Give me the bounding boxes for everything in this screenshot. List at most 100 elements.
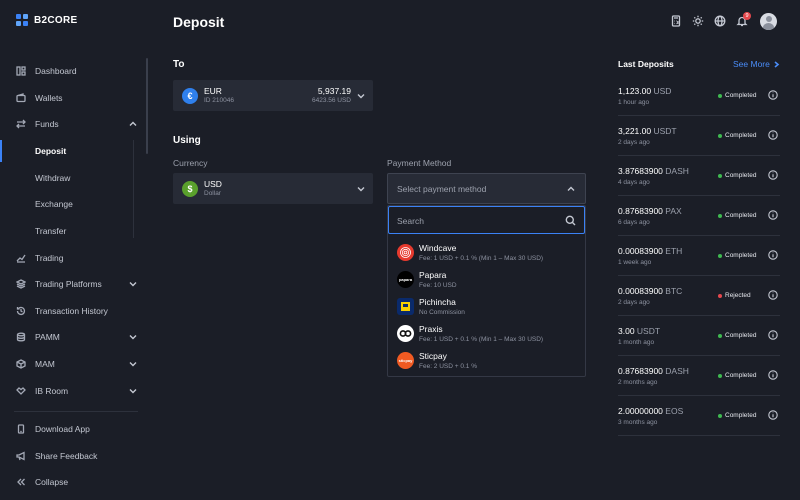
layers-icon [16,279,26,289]
sidebar-item-dashboard[interactable]: Dashboard [0,61,148,81]
deposit-row: 0.87683900 DASH 2 months ago Completed [618,356,780,396]
status-dot [718,333,722,338]
deposit-status: Completed [718,212,756,219]
sidebar-subitem-transfer[interactable]: Transfer [0,220,134,242]
sidebar-subitem-withdraw[interactable]: Withdraw [0,167,134,189]
chevron-down-icon[interactable] [128,359,138,369]
sidebar-item-label: PAMM [35,332,60,342]
sidebar-item-share-feedback[interactable]: Share Feedback [0,446,148,466]
payment-method-placeholder: Select payment method [397,184,487,194]
to-section-label: To [173,59,185,70]
using-section-label: Using [173,135,201,146]
sidebar-item-collapse[interactable]: Collapse [0,472,148,492]
info-icon[interactable] [768,290,778,300]
deposit-row: 3,221.00 USDT 2 days ago Completed [618,116,780,156]
deposit-row: 0.00083900 ETH 1 week ago Completed [618,236,780,276]
globe-icon[interactable] [714,15,726,27]
sidebar-subitem-exchange[interactable]: Exchange [0,193,134,215]
box-icon [16,359,26,369]
chevron-right-icon [774,60,780,68]
chevron-up-icon [566,184,576,194]
info-icon[interactable] [768,250,778,260]
status-dot [718,253,722,258]
sidebar-item-label: Share Feedback [35,451,98,461]
sidebar-subitem-deposit[interactable]: Deposit [0,140,134,162]
info-icon[interactable] [768,410,778,420]
handshake-icon [16,386,26,396]
sidebar-item-pamm[interactable]: PAMM [0,327,148,347]
status-dot [718,413,722,418]
sidebar-item-funds[interactable]: Funds [0,114,148,134]
deposit-status: Completed [718,412,756,419]
currency-code: USD [204,179,222,189]
deposit-time: 1 hour ago [618,99,650,106]
sidebar-scrollbar[interactable] [146,58,148,154]
info-icon[interactable] [768,210,778,220]
status-dot [718,133,722,138]
info-icon[interactable] [768,170,778,180]
payment-option-praxis[interactable]: Praxis Fee: 1 USD + 0.1 % (Min 1 – Max 3… [388,322,585,349]
sidebar-item-label: Trading [35,253,64,263]
sidebar-item-ib-room[interactable]: IB Room [0,381,148,401]
deposit-row: 0.87683900 PAX 6 days ago Completed [618,196,780,236]
last-deposits-title: Last Deposits [618,59,674,69]
megaphone-icon [16,451,26,461]
deposit-amount-value: 1,123.00 [618,86,652,96]
payment-option-windcave[interactable]: Windcave Fee: 1 USD + 0.1 % (Min 1 – Max… [388,241,585,268]
currency-select[interactable]: $ USD Dollar [173,173,373,204]
info-icon[interactable] [768,90,778,100]
calculator-icon[interactable] [670,15,682,27]
payment-option-sticpay[interactable]: sticpay Sticpay Fee: 2 USD + 0.1 % [388,349,585,376]
sidebar-item-trading[interactable]: Trading [0,248,148,268]
brand-logo[interactable]: B2CORE [16,14,77,27]
info-icon[interactable] [768,370,778,380]
to-account-select[interactable]: € EUR ID 210046 5,937.19 6423.56 USD [173,80,373,111]
deposit-row: 0.00083900 BTC 2 days ago Rejected [618,276,780,316]
sidebar-item-trading-platforms[interactable]: Trading Platforms [0,274,148,294]
status-label: Completed [725,372,757,379]
payment-option-name: Sticpay [419,351,447,361]
chevron-down-icon[interactable] [128,332,138,342]
info-icon[interactable] [768,130,778,140]
deposit-currency: EOS [665,406,684,416]
deposit-currency: DASH [665,366,689,376]
search-icon[interactable] [565,215,576,226]
deposit-time: 3 months ago [618,419,658,426]
status-label: Completed [725,132,757,139]
deposit-currency: USD [653,86,672,96]
deposit-amount: 0.00083900 ETH [618,246,682,256]
chevron-down-icon[interactable] [128,279,138,289]
payment-option-papara[interactable]: papara Papara Fee: 10 USD [388,268,585,295]
payment-option-pichincha[interactable]: Pichincha No Commission [388,295,585,322]
payment-method-select[interactable]: Select payment method [387,173,586,204]
status-label: Completed [725,332,757,339]
status-label: Completed [725,252,757,259]
to-account-balance-usd: 6423.56 USD [311,97,351,104]
phone-icon [16,424,26,434]
deposit-amount: 2.00000000 EOS [618,406,683,416]
chevron-down-icon[interactable] [128,386,138,396]
sidebar-item-transaction-history[interactable]: Transaction History [0,301,148,321]
user-avatar[interactable] [760,13,777,30]
payment-search-input[interactable] [397,214,557,227]
sun-icon[interactable] [692,15,704,27]
sidebar-item-mam[interactable]: MAM [0,354,148,374]
chevron-up-icon[interactable] [128,119,138,129]
see-more-link[interactable]: See More [733,59,780,69]
deposit-currency: USDT [653,126,677,136]
deposit-currency: BTC [665,286,683,296]
status-label: Completed [725,92,757,99]
deposit-time: 1 month ago [618,339,655,346]
status-dot [718,293,722,298]
sidebar-item-download-app[interactable]: Download App [0,419,148,439]
deposit-currency: USDT [636,326,661,336]
info-icon[interactable] [768,330,778,340]
payment-option-name: Praxis [419,324,443,334]
windcave-logo [397,244,414,261]
notification-badge: 9 [743,12,751,20]
sidebar-item-wallets[interactable]: Wallets [0,88,148,108]
status-label: Rejected [725,292,751,299]
deposit-amount: 3,221.00 USDT [618,126,677,136]
to-account-balance: 5,937.19 [317,86,351,96]
deposit-time: 2 days ago [618,139,650,146]
